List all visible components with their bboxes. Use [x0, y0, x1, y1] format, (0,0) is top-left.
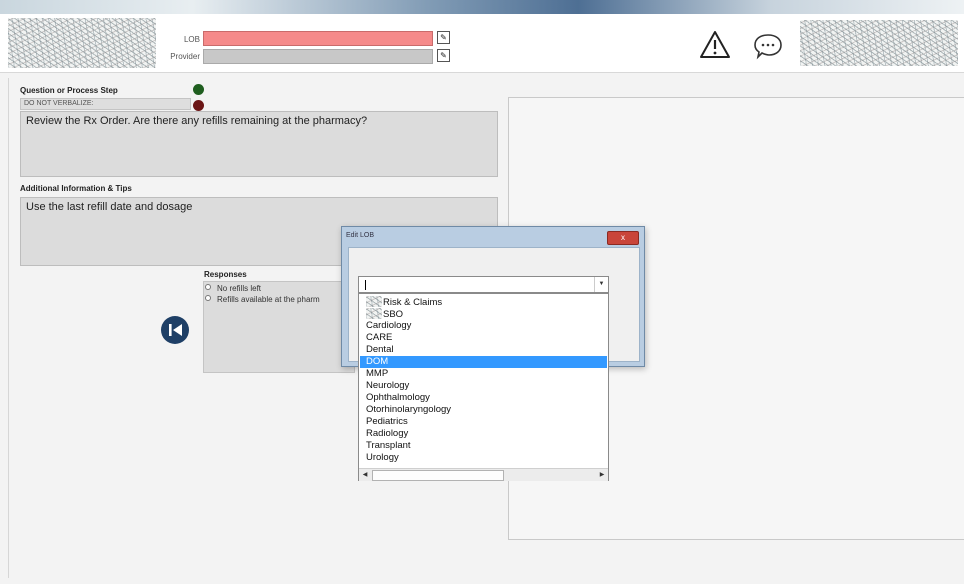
question-text: Review the Rx Order. Are there any refil… [20, 111, 498, 177]
dropdown-option[interactable]: Risk & Claims [360, 296, 607, 308]
dropdown-option[interactable]: Otorhinolaryngology [360, 404, 607, 416]
horizontal-scrollbar[interactable]: ◀ ▶ [359, 468, 608, 481]
skip-back-icon [169, 324, 182, 336]
option-image [366, 308, 382, 319]
chevron-down-icon[interactable]: ▼ [594, 277, 608, 292]
chat-icon[interactable] [752, 30, 786, 62]
do-not-verbalize-tag: DO NOT VERBALIZE: [20, 98, 191, 110]
response-label: No refills left [217, 284, 262, 293]
dropdown-option[interactable]: Urology [360, 452, 607, 464]
dropdown-option[interactable]: Pediatrics [360, 416, 607, 428]
lob-label: LOB [183, 35, 200, 44]
edit-provider-button[interactable]: ✎ [437, 49, 450, 62]
response-option[interactable]: No refills left [205, 284, 261, 293]
dropdown-option[interactable]: MMP [360, 368, 607, 380]
edit-lob-button[interactable]: ✎ [437, 31, 450, 44]
lob-field[interactable] [203, 31, 433, 46]
info-title: Additional Information & Tips [20, 184, 132, 193]
right-logo [800, 20, 958, 66]
scroll-left-icon[interactable]: ◀ [360, 470, 370, 480]
responses-title: Responses [204, 270, 247, 279]
dropdown-option[interactable]: Radiology [360, 428, 607, 440]
radio-button[interactable] [205, 295, 211, 301]
scroll-right-icon[interactable]: ▶ [597, 470, 607, 480]
scroll-thumb[interactable] [372, 470, 504, 481]
dropdown-option-selected[interactable]: DOM [360, 356, 607, 368]
back-button[interactable] [161, 316, 189, 344]
dropdown-option[interactable]: CARE [360, 332, 607, 344]
text-cursor [365, 280, 366, 290]
response-option[interactable]: Refills available at the pharm [205, 295, 320, 304]
status-indicator-green [193, 84, 204, 95]
dialog-title: Edit LOB [346, 232, 375, 239]
dropdown-option[interactable]: Dental [360, 344, 607, 356]
left-logo [8, 18, 156, 68]
left-border [8, 78, 9, 578]
dropdown-option[interactable]: Neurology [360, 380, 607, 392]
title-strip [0, 0, 964, 14]
lob-select[interactable]: ▼ [358, 276, 609, 293]
close-button[interactable]: x [607, 231, 639, 245]
provider-label: Provider [170, 52, 200, 61]
response-label: Refills available at the pharm [217, 295, 320, 304]
status-indicator-red [193, 100, 204, 111]
dropdown-option[interactable]: SBO [360, 308, 607, 320]
provider-field[interactable] [203, 49, 433, 64]
dropdown-option[interactable]: Transplant [360, 440, 607, 452]
lob-dropdown-list: Risk & Claims SBO Cardiology CARE Dental… [358, 293, 609, 481]
question-title: Question or Process Step [20, 86, 118, 95]
option-image [366, 296, 382, 307]
dropdown-option[interactable]: Ophthalmology [360, 392, 607, 404]
warning-icon[interactable] [698, 29, 732, 61]
dropdown-option[interactable]: Cardiology [360, 320, 607, 332]
radio-button[interactable] [205, 284, 211, 290]
